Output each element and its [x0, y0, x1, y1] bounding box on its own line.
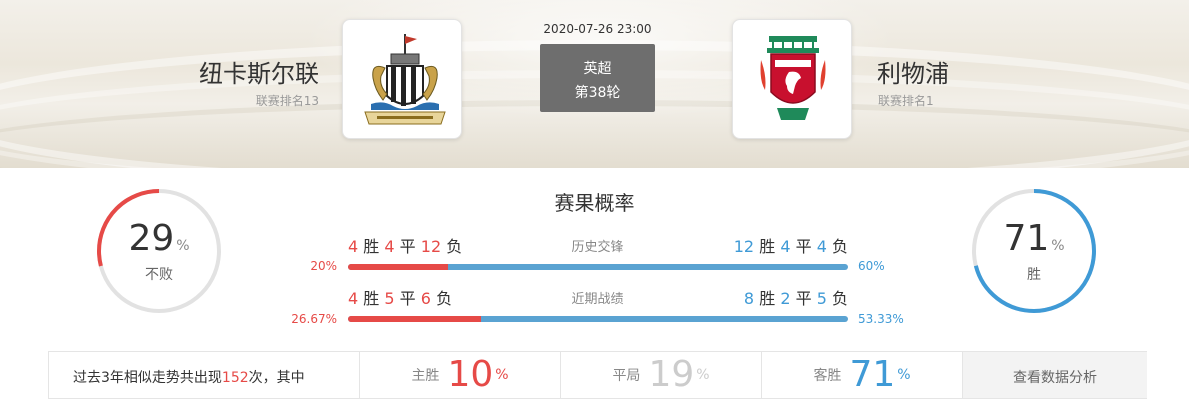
view-analysis-label: 查看数据分析 — [1013, 370, 1097, 386]
away-probability-ring: 71% 胜 — [971, 188, 1097, 314]
record-label: 平 — [399, 289, 416, 308]
home-win-cell: 主胜 10% — [360, 352, 561, 398]
home-probability-ring: 29% 不败 — [96, 188, 222, 314]
trend-count: 152 — [221, 370, 249, 386]
history-bar — [348, 264, 848, 270]
home-win-label: 主胜 — [411, 368, 440, 384]
recent-bar-home-fill — [348, 316, 482, 322]
record-label: 负 — [446, 237, 463, 256]
history-row-title: 历史交锋 — [571, 240, 624, 255]
history-home-draws: 4 — [384, 237, 395, 256]
history-away-pct: 60% — [858, 259, 885, 273]
history-home-wins: 4 — [348, 237, 359, 256]
history-away-losses: 4 — [816, 237, 827, 256]
record-label: 平 — [795, 237, 812, 256]
away-probability-label: 胜 — [1027, 267, 1041, 283]
away-team-name[interactable]: 利物浦 — [877, 54, 949, 89]
record-label: 负 — [831, 289, 848, 308]
recent-away-record: 8 胜 2 平 5 负 — [744, 285, 848, 309]
away-probability-value: 71% — [971, 218, 1097, 259]
history-bar-home-fill — [348, 264, 448, 270]
home-prob-number: 29 — [128, 218, 175, 259]
recent-home-pct: 26.67% — [291, 312, 337, 326]
home-team-rank: 联赛排名13 — [255, 94, 319, 108]
view-analysis-button[interactable]: 查看数据分析 — [963, 352, 1147, 398]
newcastle-crest-icon — [364, 34, 446, 125]
recent-row-title: 近期战绩 — [571, 292, 624, 307]
away-team-rank: 联赛排名1 — [878, 94, 934, 108]
away-win-stat: 客胜 71% — [762, 352, 962, 398]
history-away-wins: 12 — [733, 237, 755, 256]
league-round-badge[interactable]: 英超 第38轮 — [540, 44, 655, 112]
trend-count-cell: 过去3年相似走势共出现152次，其中 — [49, 352, 360, 398]
history-home-record: 4 胜 4 平 12 负 — [348, 233, 462, 257]
away-win-value: 71 — [849, 354, 896, 395]
recent-home-record: 4 胜 5 平 6 负 — [348, 285, 452, 309]
match-round: 第38轮 — [574, 85, 621, 101]
trend-count-text: 过去3年相似走势共出现152次，其中 — [73, 367, 305, 387]
record-label: 胜 — [759, 237, 776, 256]
draw-unit: % — [696, 367, 710, 383]
recent-home-draws: 5 — [384, 289, 395, 308]
recent-away-pct: 53.33% — [858, 312, 904, 326]
recent-away-wins: 8 — [743, 289, 755, 308]
recent-away-losses: 5 — [816, 289, 827, 308]
recent-home-wins: 4 — [348, 289, 359, 308]
away-prob-number: 71 — [1003, 218, 1050, 259]
away-win-label: 客胜 — [813, 368, 842, 384]
match-header: 纽卡斯尔联 联赛排名13 2020-07-26 23:00 英超 第38轮 利物… — [0, 0, 1189, 168]
record-label: 平 — [795, 289, 812, 308]
home-probability-label: 不败 — [145, 267, 173, 283]
home-win-value: 10 — [447, 354, 494, 395]
history-away-record: 12 胜 4 平 4 负 — [734, 233, 848, 257]
home-win-stat: 主胜 10% — [360, 352, 560, 398]
match-time: 2020-07-26 23:00 — [543, 22, 652, 36]
trend-summary-bar: 过去3年相似走势共出现152次，其中 主胜 10% 平局 19% 客胜 71% 查看数… — [48, 351, 1147, 399]
recent-bar — [348, 316, 848, 322]
record-label: 平 — [399, 237, 416, 256]
draw-value: 19 — [648, 354, 695, 395]
away-prob-unit: % — [1051, 238, 1065, 254]
league-name: 英超 — [583, 61, 612, 77]
home-team-logo[interactable] — [342, 19, 462, 139]
record-label: 胜 — [363, 289, 380, 308]
recent-home-losses: 6 — [420, 289, 431, 308]
away-team-logo[interactable] — [732, 19, 852, 139]
record-label: 胜 — [759, 289, 776, 308]
home-probability-value: 29% — [96, 218, 222, 259]
liverpool-crest-icon — [760, 36, 826, 120]
recent-away-draws: 2 — [780, 289, 791, 308]
history-away-draws: 4 — [780, 237, 791, 256]
record-label: 负 — [436, 289, 453, 308]
home-prob-unit: % — [176, 238, 190, 254]
away-win-cell: 客胜 71% — [762, 352, 963, 398]
home-team-name[interactable]: 纽卡斯尔联 — [199, 54, 319, 89]
home-win-unit: % — [495, 367, 509, 383]
draw-cell: 平局 19% — [561, 352, 762, 398]
away-win-unit: % — [897, 367, 911, 383]
trend-suffix: 次，其中 — [248, 370, 305, 386]
record-label: 负 — [831, 237, 848, 256]
record-label: 胜 — [363, 237, 380, 256]
history-home-pct: 20% — [310, 259, 337, 273]
history-home-losses: 12 — [420, 237, 442, 256]
draw-stat: 平局 19% — [561, 352, 761, 398]
draw-label: 平局 — [612, 368, 641, 384]
trend-prefix: 过去3年相似走势共出现 — [73, 370, 222, 386]
